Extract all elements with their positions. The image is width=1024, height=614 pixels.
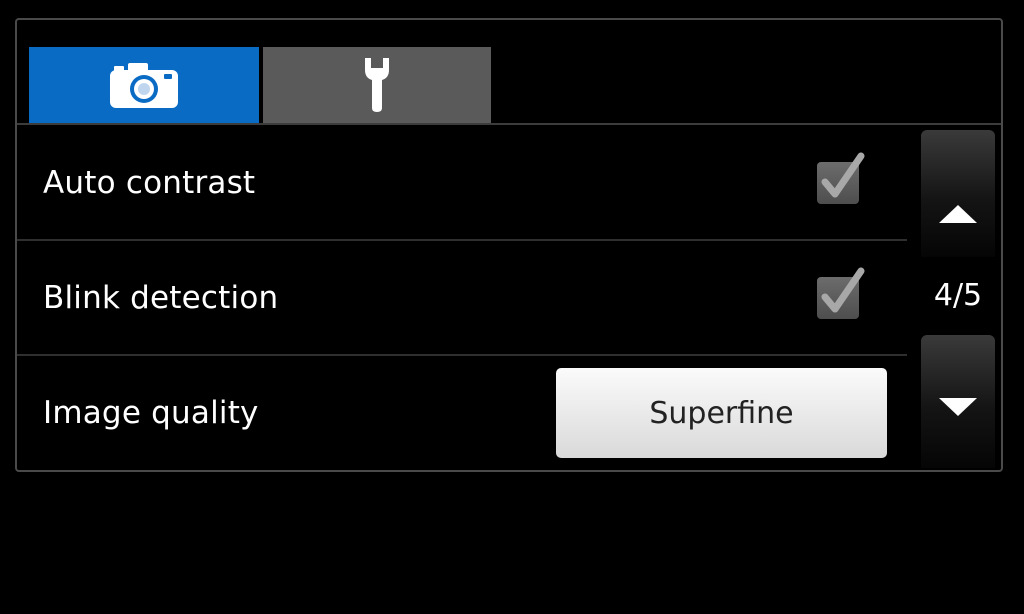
tabs-divider: [17, 123, 1001, 125]
auto-contrast-checkbox[interactable]: [817, 152, 865, 204]
setting-label: Image quality: [43, 395, 259, 431]
wrench-icon: [365, 58, 389, 112]
setting-row-blink-detection[interactable]: Blink detection: [17, 242, 907, 354]
checkmark-icon: [821, 267, 865, 313]
setting-label: Blink detection: [43, 280, 279, 316]
tab-camera[interactable]: [29, 47, 259, 123]
setting-row-auto-contrast[interactable]: Auto contrast: [17, 127, 907, 239]
arrow-up-icon: [939, 205, 977, 223]
settings-panel: Auto contrast Blink detection Image qual…: [15, 18, 1003, 472]
camera-icon: [110, 63, 178, 108]
scroll-up-button[interactable]: [921, 130, 995, 257]
arrow-down-icon: [939, 397, 977, 416]
page-indicator: 4/5: [933, 278, 983, 313]
row-divider: [17, 239, 907, 241]
row-divider: [17, 354, 907, 356]
setting-row-image-quality[interactable]: Image quality Superfine: [17, 357, 907, 469]
checkmark-icon: [821, 152, 865, 198]
setting-label: Auto contrast: [43, 165, 256, 201]
tab-settings[interactable]: [263, 47, 491, 123]
image-quality-select[interactable]: Superfine: [556, 368, 887, 458]
scroll-down-button[interactable]: [921, 335, 995, 468]
blink-detection-checkbox[interactable]: [817, 267, 865, 319]
